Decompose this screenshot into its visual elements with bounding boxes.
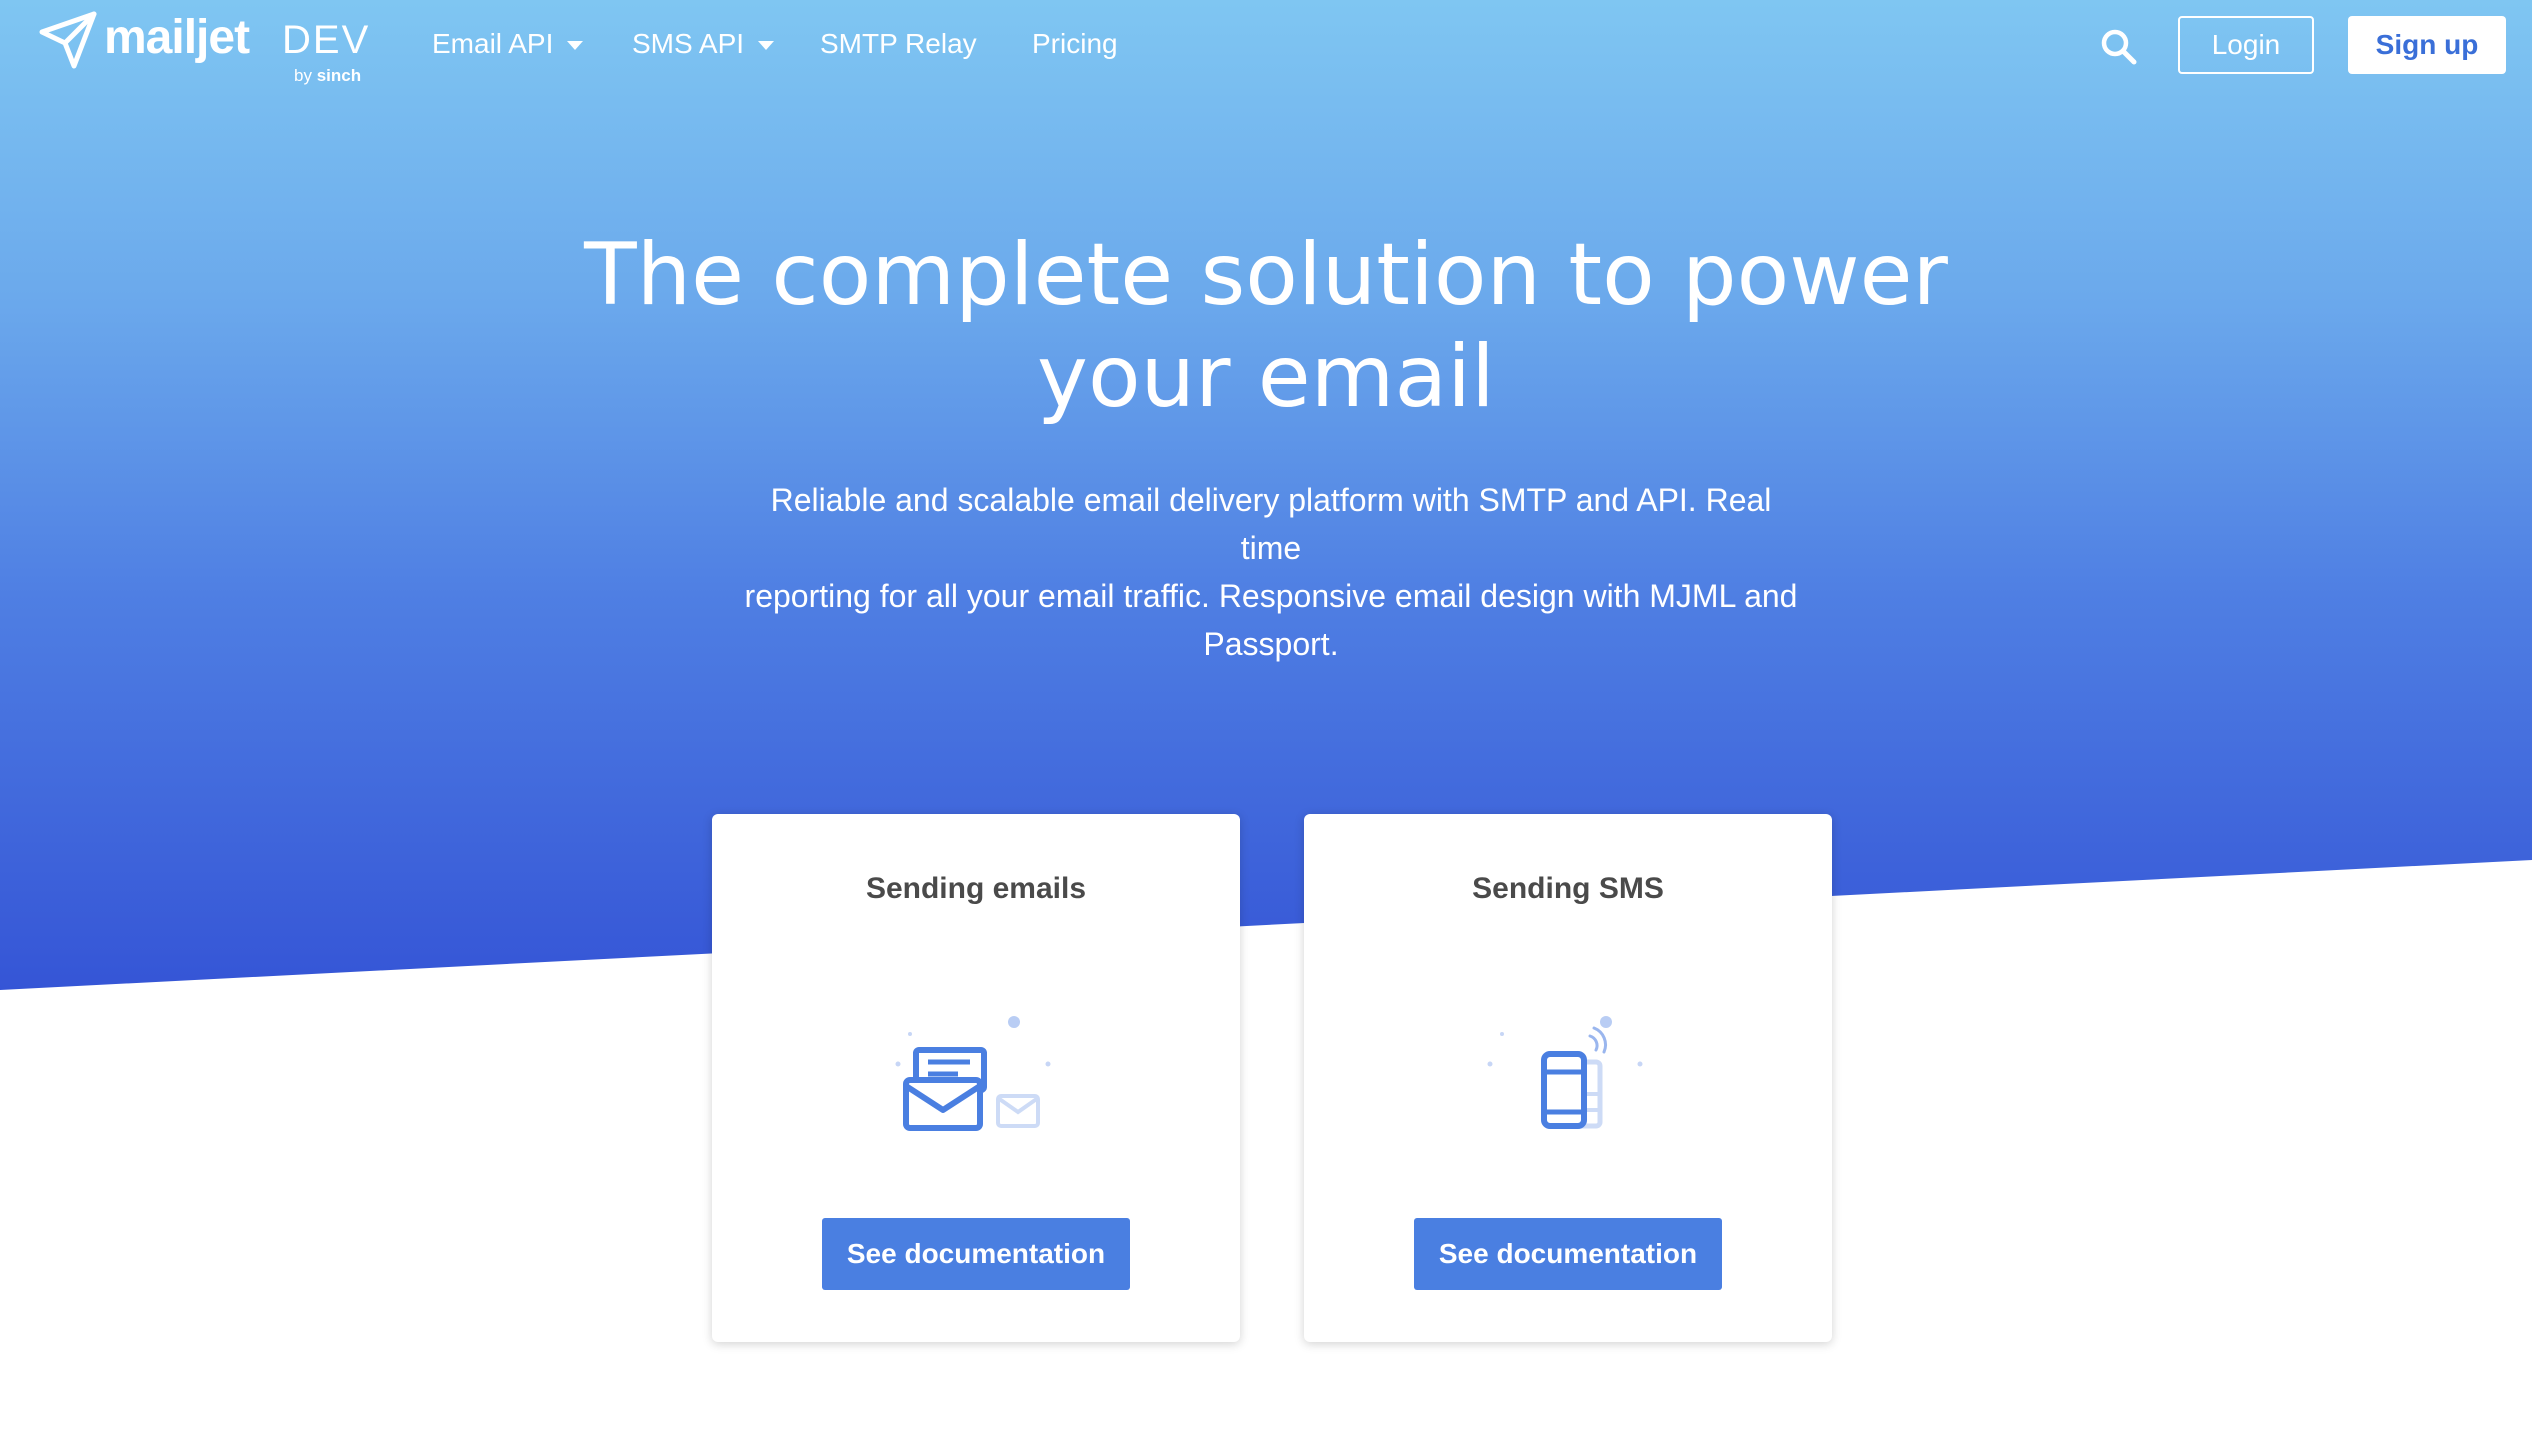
nav-item-email-api[interactable]: Email API	[432, 28, 584, 60]
hero-subtitle-line-1: Reliable and scalable email delivery pla…	[770, 482, 1772, 566]
nav-item-label: Pricing	[1032, 28, 1118, 59]
search-icon[interactable]	[2100, 28, 2138, 66]
caret-down-icon	[567, 40, 584, 50]
nav-item-smtp-relay[interactable]: SMTP Relay	[820, 28, 977, 60]
card-title: Sending emails	[865, 872, 1087, 905]
nav-item-pricing[interactable]: Pricing	[1032, 28, 1118, 60]
nav-item-label: SMS API	[632, 28, 745, 59]
nav-item-label: Email API	[432, 28, 554, 59]
hero-title-line-2: your email	[1037, 327, 1495, 427]
brand-byline: by sinch	[294, 66, 361, 86]
top-navigation: mailjet DEV by sinch Email API SMS API S…	[0, 0, 2532, 92]
card-title: Sending SMS	[1472, 872, 1664, 905]
nav-item-label: SMTP Relay	[820, 28, 977, 59]
card-sending-emails: Sending emails See documentation	[712, 814, 1240, 1342]
hero-subtitle-line-2: reporting for all your email traffic. Re…	[744, 578, 1798, 614]
signup-button[interactable]: Sign up	[2348, 16, 2506, 74]
caret-down-icon	[758, 40, 775, 50]
page: mailjet DEV by sinch Email API SMS API S…	[0, 0, 2532, 1448]
hero-title: The complete solution to power your emai…	[466, 224, 2066, 428]
see-documentation-button[interactable]: See documentation	[1414, 1218, 1722, 1290]
nav-item-sms-api[interactable]: SMS API	[632, 28, 775, 60]
see-documentation-button[interactable]: See documentation	[822, 1218, 1130, 1290]
envelope-icon	[895, 1016, 1051, 1131]
main-nav: Email API SMS API SMTP Relay Pricing	[0, 28, 2532, 64]
login-button[interactable]: Login	[2178, 16, 2314, 74]
card-sending-sms: Sending SMS See documentation	[1304, 814, 1832, 1342]
hero-subtitle-line-3: Passport.	[1203, 626, 1339, 662]
byline-brand: sinch	[316, 66, 362, 85]
hero-subtitle: Reliable and scalable email delivery pla…	[736, 476, 1806, 668]
byline-prefix: by	[294, 66, 312, 85]
hero-title-line-1: The complete solution to power	[584, 225, 1948, 325]
phone-icon	[1487, 1016, 1643, 1129]
